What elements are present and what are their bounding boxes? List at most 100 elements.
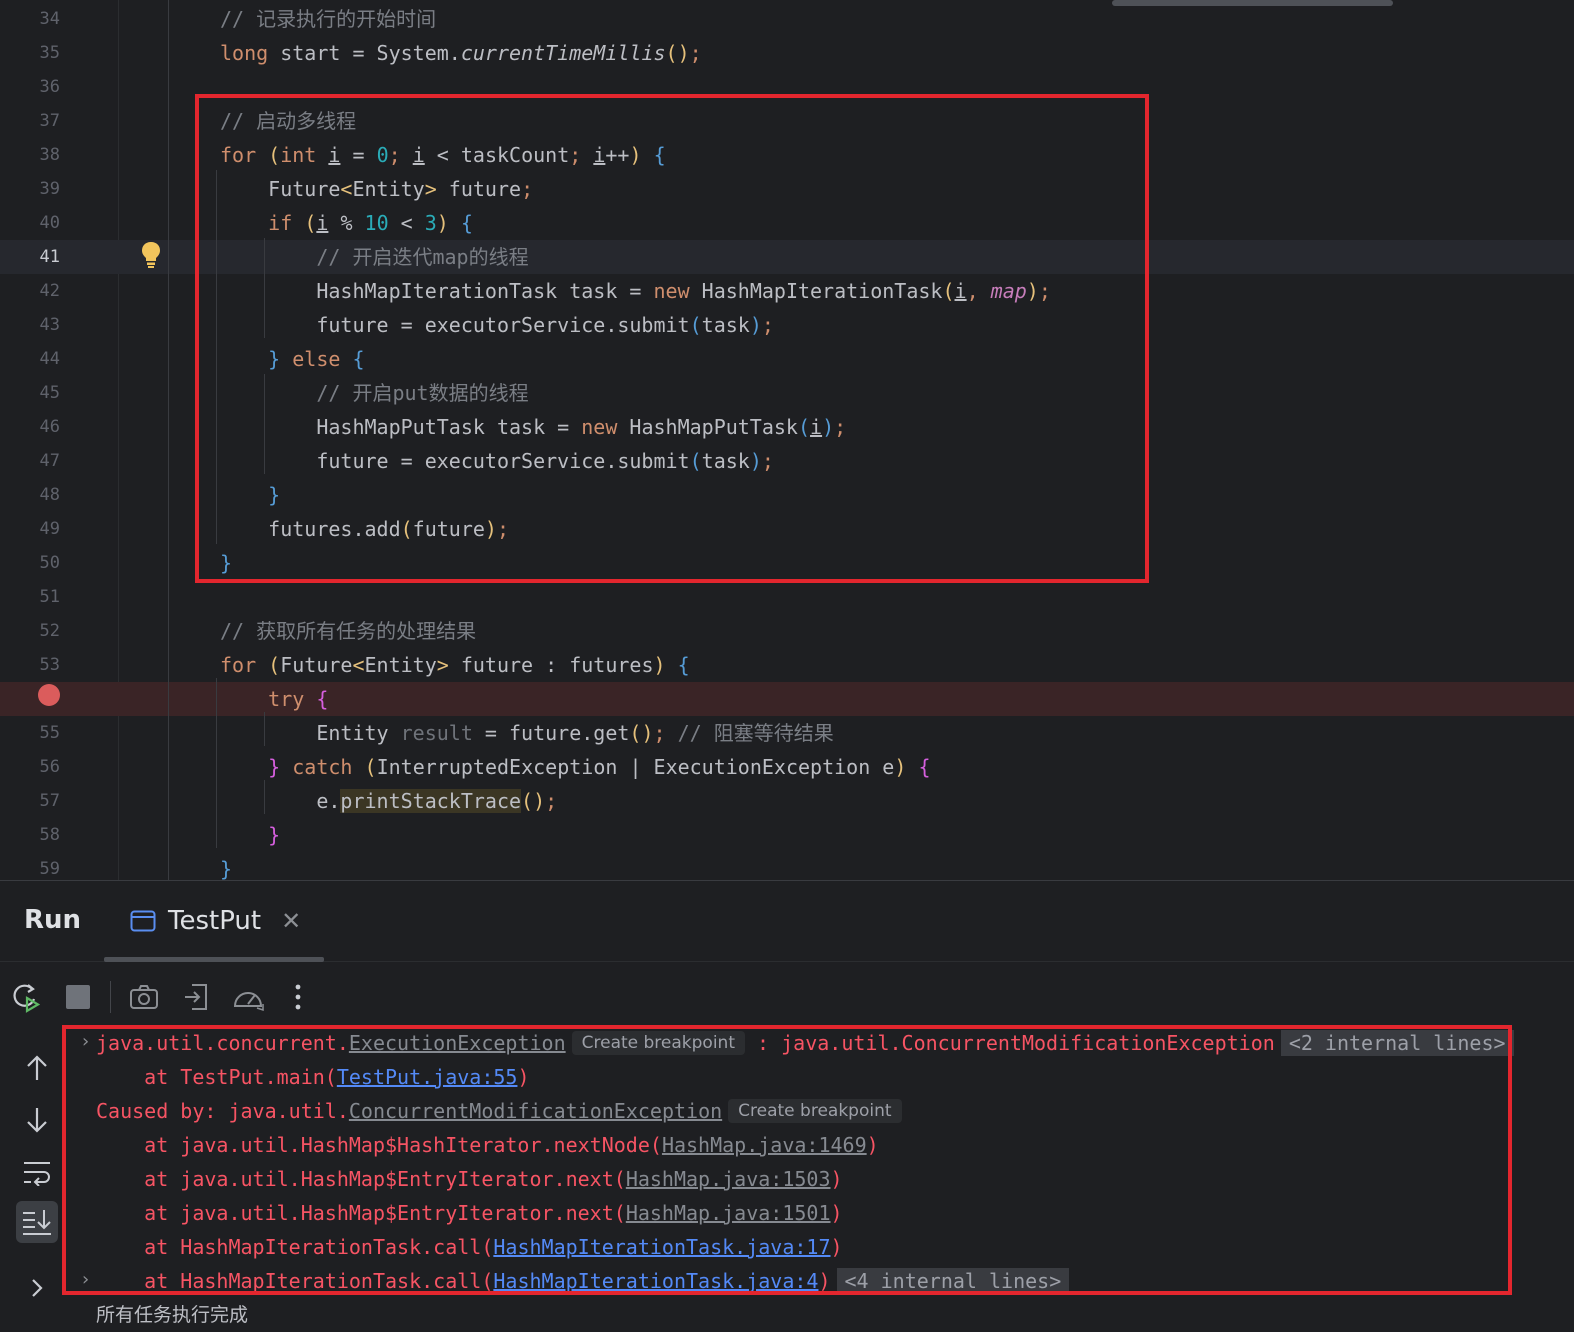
soft-wrap-icon[interactable] <box>16 1151 58 1193</box>
line-number[interactable]: 38 <box>0 138 60 172</box>
toolbar-separator <box>110 981 111 1013</box>
arrow-down-icon[interactable] <box>16 1099 58 1141</box>
code-token: Entity <box>220 721 401 745</box>
code-token: long <box>220 41 269 65</box>
expand-icon[interactable] <box>16 1267 58 1309</box>
code-token: e. <box>220 789 341 813</box>
line-number[interactable]: 48 <box>0 478 60 512</box>
line-number[interactable]: 51 <box>0 580 60 614</box>
line-number[interactable]: 35 <box>0 36 60 70</box>
line-number[interactable]: 52 <box>0 614 60 648</box>
line-number[interactable]: 55 <box>0 716 60 750</box>
more-icon[interactable] <box>280 977 316 1017</box>
indent-guide <box>216 678 217 848</box>
code-text[interactable]: } <box>220 818 280 852</box>
code-editor[interactable]: 34 // 记录执行的开始时间 35 long start = System.curr… <box>0 0 1574 880</box>
code-line[interactable]: 57 e.printStackTrace(); <box>0 784 1574 818</box>
code-text[interactable]: for (Future<Entity> future : futures) { <box>220 648 690 682</box>
line-number[interactable]: 39 <box>0 172 60 206</box>
code-line[interactable]: 53 for (Future<Entity> future : futures) … <box>0 648 1574 682</box>
code-line[interactable]: 35 long start = System.currentTimeMillis(… <box>0 36 1574 70</box>
run-toolbar <box>0 977 1574 1021</box>
code-token: ) <box>653 653 666 677</box>
code-token: () <box>629 721 654 745</box>
line-number[interactable]: 37 <box>0 104 60 138</box>
code-text[interactable]: long start = System.currentTimeMillis(); <box>220 36 702 70</box>
lightbulb-icon[interactable] <box>140 240 162 270</box>
code-token: result <box>400 721 473 745</box>
console-tab-icon <box>130 910 156 932</box>
code-token: = future.get <box>472 721 630 745</box>
indent-guide <box>168 0 169 880</box>
code-token: ; <box>689 41 702 65</box>
code-text[interactable]: e.printStackTrace(); <box>220 784 557 818</box>
code-token: // 阻塞等待结果 <box>677 721 834 745</box>
code-line[interactable]: try { <box>0 682 1574 716</box>
arrow-up-icon[interactable] <box>16 1047 58 1089</box>
code-text[interactable]: } catch (InterruptedException | Executio… <box>220 750 930 784</box>
run-tab-bar: Run TestPut ✕ <box>0 881 1574 962</box>
code-line[interactable]: 59} <box>0 852 1574 880</box>
line-number[interactable]: 57 <box>0 784 60 818</box>
code-token: > <box>436 653 449 677</box>
code-token: ; <box>653 721 666 745</box>
code-text[interactable]: // 记录执行的开始时间 <box>220 2 436 36</box>
line-number[interactable]: 42 <box>0 274 60 308</box>
exit-icon[interactable] <box>178 977 214 1017</box>
line-number[interactable]: 49 <box>0 512 60 546</box>
code-token: { <box>316 687 329 711</box>
line-number[interactable]: 40 <box>0 206 60 240</box>
code-token: InterruptedException | ExecutionExceptio… <box>376 755 895 779</box>
code-token: } <box>220 857 233 880</box>
run-panel-title: Run <box>24 905 82 935</box>
gauge-icon[interactable] <box>230 977 266 1017</box>
code-token: catch <box>292 755 353 779</box>
highlight-box-console <box>62 1025 1512 1295</box>
breakpoint-icon[interactable] <box>38 684 60 706</box>
tab-testput[interactable]: TestPut ✕ <box>130 903 301 939</box>
code-token: ( <box>268 653 281 677</box>
line-number[interactable]: 45 <box>0 376 60 410</box>
code-line[interactable]: 55 Entity result = future.get(); // 阻塞等待… <box>0 716 1574 750</box>
camera-icon[interactable] <box>126 977 162 1017</box>
line-number[interactable]: 56 <box>0 750 60 784</box>
code-token: Entity <box>364 653 437 677</box>
line-number[interactable]: 44 <box>0 342 60 376</box>
stop-icon[interactable] <box>60 977 96 1017</box>
highlight-box-code <box>195 94 1149 583</box>
line-number[interactable]: 47 <box>0 444 60 478</box>
scroll-to-end-icon[interactable] <box>16 1201 58 1243</box>
code-text[interactable]: } <box>220 852 232 880</box>
line-number[interactable]: 53 <box>0 648 60 682</box>
code-text[interactable]: // 获取所有任务的处理结果 <box>220 614 476 648</box>
code-line[interactable]: 51 <box>0 580 1574 614</box>
line-number[interactable]: 46 <box>0 410 60 444</box>
tab-title: TestPut <box>168 906 262 936</box>
line-number[interactable]: 59 <box>0 852 60 880</box>
code-token: } <box>268 823 281 847</box>
code-token: Future <box>280 653 353 677</box>
code-text[interactable]: Entity result = future.get(); // 阻塞等待结果 <box>220 716 834 750</box>
code-line[interactable]: 52 // 获取所有任务的处理结果 <box>0 614 1574 648</box>
line-number[interactable]: 34 <box>0 2 60 36</box>
code-line[interactable]: 58 } <box>0 818 1574 852</box>
line-number[interactable]: 43 <box>0 308 60 342</box>
line-number[interactable]: 58 <box>0 818 60 852</box>
line-number[interactable]: 41 <box>0 240 60 274</box>
line-number[interactable]: 36 <box>0 70 60 104</box>
code-token: < <box>352 653 365 677</box>
code-line[interactable]: 34 // 记录执行的开始时间 <box>0 2 1574 36</box>
line-number[interactable]: 50 <box>0 546 60 580</box>
close-icon[interactable]: ✕ <box>281 907 301 935</box>
rerun-icon[interactable] <box>8 977 44 1017</box>
code-line[interactable]: 56 } catch (InterruptedException | Execu… <box>0 750 1574 784</box>
code-text[interactable]: try { <box>220 682 328 716</box>
code-token: () <box>521 789 546 813</box>
